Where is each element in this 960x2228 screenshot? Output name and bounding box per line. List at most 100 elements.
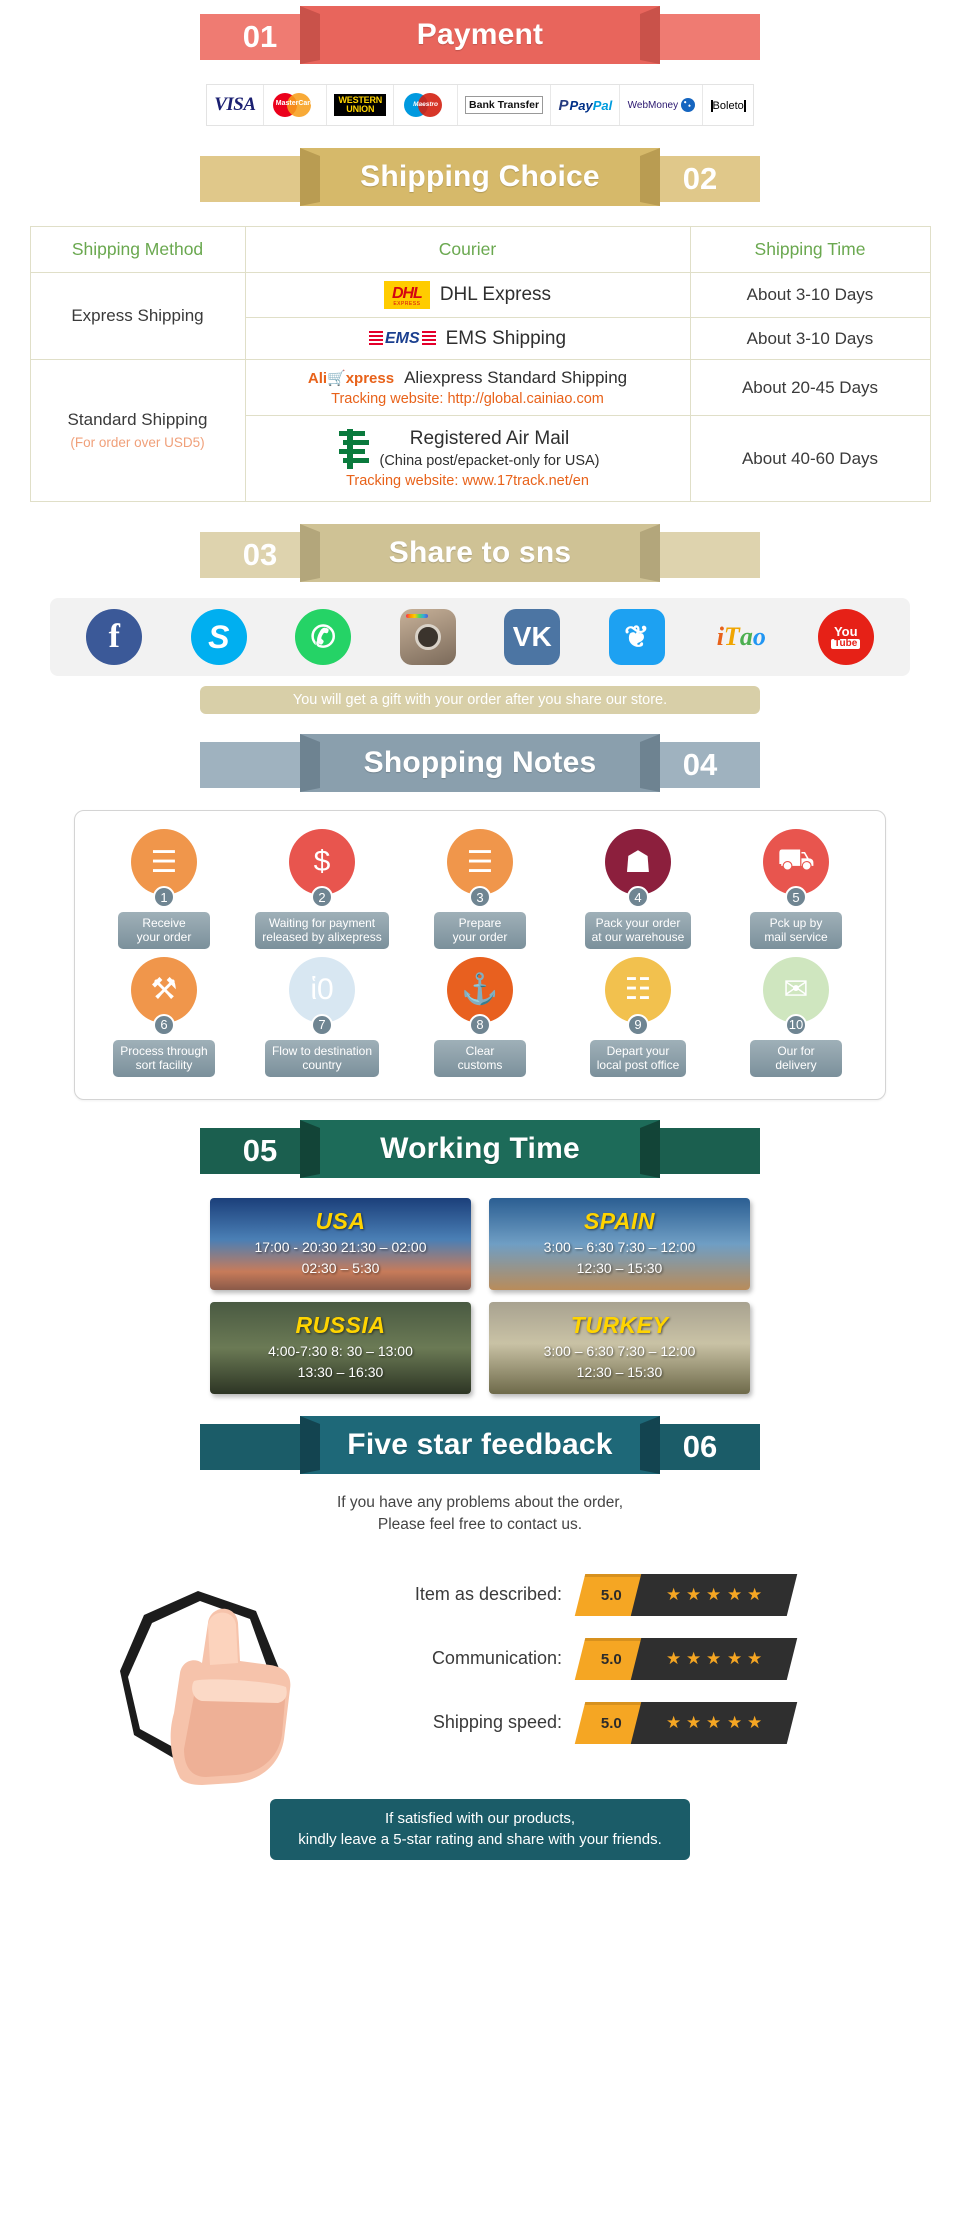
- feedback-title: Five star feedback: [347, 1427, 613, 1461]
- section-shipping: Shipping Choice 02 Shipping Method Couri…: [0, 148, 960, 502]
- instagram-icon[interactable]: [399, 609, 456, 665]
- youtube-icon[interactable]: You Tube: [817, 609, 874, 665]
- paypal-p-icon: P: [558, 96, 569, 114]
- star-icon: ★: [686, 1584, 702, 1604]
- payment-method-paypal: PPayPal: [551, 85, 621, 125]
- star-icon: ★: [665, 1648, 682, 1668]
- country-name: SPAIN: [583, 1208, 656, 1235]
- feedback-body: Item as described: 5.0 ★ ★ ★ ★ ★ Communication:…: [0, 1543, 960, 1793]
- postman-icon: ☷: [605, 956, 671, 1023]
- feedback-footer-line1: If satisfied with our products,: [384, 1809, 576, 1827]
- star-icon: ★: [665, 1712, 682, 1732]
- payment-methods-row: VISA MasterCard WESTERN UNION Maestro Ba…: [206, 84, 754, 126]
- boleto-label: Boleto: [710, 100, 746, 112]
- note-step-5: ⛟ 5 Pck up by mail service: [721, 829, 871, 949]
- note-step-2: $2 Waiting for payment released by alixepr…: [247, 829, 397, 949]
- country-name: USA: [315, 1208, 366, 1235]
- feedback-footer-banner: If satisfied with our products, kindly l…: [270, 1798, 690, 1860]
- country-name: RUSSIA: [295, 1312, 386, 1339]
- table-header-row: Shipping Method Courier Shipping Time: [29, 226, 931, 273]
- feedback-ratings: Item as described: 5.0 ★ ★ ★ ★ ★ Communication:…: [380, 1563, 940, 1755]
- feedback-intro-line1: If you have any problems about the order…: [336, 1493, 624, 1511]
- feedback-ribbon: Five star feedback 06: [200, 1415, 760, 1478]
- cell-courier-ems: EMS EMS Shipping: [244, 317, 691, 360]
- youtube-tube-label: Tube: [831, 639, 861, 649]
- cell-time-dhl: About 3-10 Days: [689, 272, 931, 318]
- skype-icon[interactable]: S: [190, 609, 247, 665]
- twitter-icon[interactable]: ❦: [608, 609, 665, 665]
- header-shipping-time: Shipping Time: [689, 226, 931, 273]
- header-courier: Courier: [244, 226, 691, 273]
- aliexpress-logo: Ali🛒xpress: [307, 370, 395, 387]
- notes-title-area: Shopping Notes: [300, 734, 660, 792]
- note-step-number: 5: [785, 886, 807, 908]
- itao-icon[interactable]: iTao: [713, 609, 769, 665]
- section-sns: 03 Share to sns f S ✆ VK ❦ iTao You Tube…: [0, 524, 960, 714]
- payment-method-maestro: Maestro: [394, 85, 458, 125]
- rating-label: Item as described:: [414, 1584, 562, 1604]
- note-step-label: Our for delivery: [750, 1039, 842, 1077]
- note-step-4: ☗ 4 Pack your order at our warehouse: [563, 829, 713, 949]
- rating-stars: ★ ★ ★ ★ ★: [630, 1637, 798, 1680]
- sns-step-number: 03: [242, 537, 278, 572]
- cell-time-airmail: About 40-60 Days: [689, 415, 931, 502]
- star-icon: ★: [726, 1648, 742, 1668]
- facebook-icon[interactable]: f: [86, 609, 143, 665]
- sns-title: Share to sns: [388, 536, 572, 569]
- method-name: Standard Shipping: [67, 409, 208, 429]
- sns-gift-note: You will get a gift with your order afte…: [200, 686, 760, 714]
- shipping-ribbon: Shipping Choice 02: [200, 148, 760, 210]
- courier-line: Ali🛒xpress Aliexpress Standard Shipping: [252, 368, 684, 388]
- cell-courier-aliexpress: Ali🛒xpress Aliexpress Standard Shipping …: [244, 359, 691, 416]
- courier-name: Registered Air Mail: [409, 428, 570, 450]
- cell-time-aliexpress: About 20-45 Days: [689, 359, 931, 416]
- vk-icon[interactable]: VK: [504, 609, 561, 665]
- shipping-title: Shipping Choice: [360, 160, 600, 193]
- star-icon: ★: [726, 1712, 742, 1732]
- rating-row: Item as described: 5.0 ★ ★ ★ ★ ★: [380, 1563, 940, 1627]
- working-time-title-area: Working Time: [300, 1120, 660, 1178]
- wu-line2: UNION: [346, 104, 375, 114]
- mastercard-logo: MasterCard: [271, 91, 319, 119]
- table-row: Standard Shipping (For order over USD5) …: [29, 359, 931, 502]
- note-step-label: Receive your order: [118, 912, 210, 949]
- courier-line: EMS EMS Shipping: [252, 328, 684, 350]
- shipping-step-number: 02: [682, 161, 718, 196]
- star-icon: ★: [746, 1648, 763, 1668]
- maestro-label: Maestro: [413, 101, 439, 108]
- star-icon: ★: [726, 1584, 742, 1604]
- paypal-pal: Pal: [592, 97, 613, 113]
- section-feedback: Five star feedback 06 If you have any pr…: [0, 1415, 960, 1860]
- payment-method-bank-transfer: Bank Transfer: [458, 85, 552, 125]
- paypal-pay: Pay: [569, 97, 593, 113]
- tracking-website-17track[interactable]: Tracking website: www.17track.net/en: [252, 473, 684, 489]
- note-step-label: Pck up by mail service: [750, 912, 842, 949]
- bank-transfer-logo: Bank Transfer: [465, 96, 544, 114]
- whatsapp-icon[interactable]: ✆: [295, 609, 352, 665]
- visa-logo: VISA: [214, 94, 256, 115]
- note-step-6: ⚒ 6 Process through sort facility: [89, 956, 239, 1077]
- note-step-8: ⚓ 8 Clear customs: [405, 956, 555, 1077]
- notes-row-1: ☰ 1 Receive your order $2 Waiting for payment…: [85, 829, 875, 949]
- payment-method-webmoney: WebMoney: [620, 85, 704, 125]
- note-step-label: Waiting for payment released by alixepres…: [255, 912, 389, 949]
- working-time-step-number: 05: [242, 1132, 278, 1168]
- payment-title: Payment: [416, 18, 544, 51]
- feedback-title-area: Five star feedback: [300, 1416, 660, 1474]
- working-time-cards: USA 17:00 - 20:30 21:30 – 02:00 02:30 – 5:…: [210, 1197, 750, 1394]
- working-time-ribbon: 05 Working Time: [200, 1119, 760, 1182]
- sort-facility-icon: ⚒: [131, 956, 197, 1023]
- tracking-website-cainiao[interactable]: Tracking website: http://global.cainiao.…: [252, 391, 684, 407]
- sns-ribbon: 03 Share to sns: [200, 524, 760, 586]
- payment-ribbon: 01 Payment: [200, 6, 760, 68]
- note-step-number: 7: [311, 1013, 333, 1036]
- payment-method-visa: VISA: [207, 85, 264, 125]
- note-step-3: ☰ 3 Prepare your order: [405, 829, 555, 949]
- star-icon: ★: [706, 1712, 722, 1732]
- section-payment: 01 Payment VISA MasterCard WESTERN UNION: [0, 0, 960, 126]
- method-name: Express Shipping: [71, 305, 204, 325]
- working-time-card-turkey: TURKEY 3:00 – 6:30 7:30 – 12:00 12:30 – 15…: [489, 1301, 750, 1394]
- star-icon: ★: [665, 1584, 682, 1604]
- ems-logo: EMS: [368, 330, 436, 348]
- working-time-title: Working Time: [380, 1131, 580, 1165]
